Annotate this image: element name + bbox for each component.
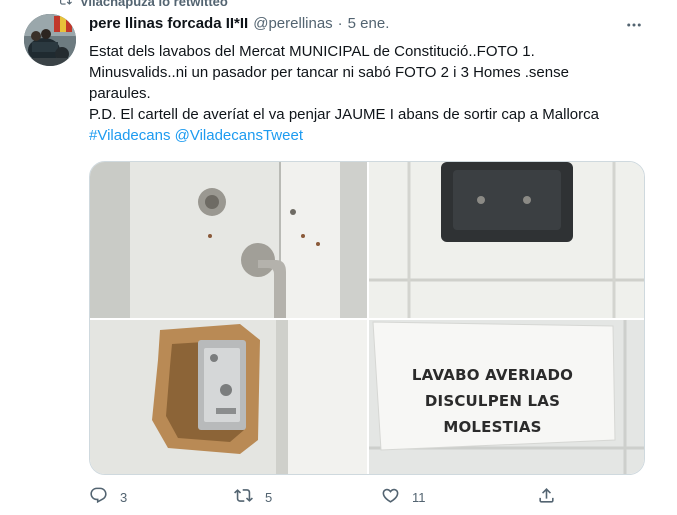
separator-dot: ·	[337, 15, 343, 32]
tweet-tags: #Viladecans @ViladecansTweet	[89, 125, 659, 146]
like-button[interactable]: 11	[381, 486, 426, 508]
reply-icon	[89, 486, 108, 508]
sign-line: LAVABO AVERIADO	[411, 366, 574, 384]
tweet-text-line: Minusvalids..ni un pasador per tancar ni…	[89, 64, 569, 81]
hashtag-link[interactable]: #Viladecans	[89, 127, 170, 144]
sign-line: MOLESTIAS	[443, 418, 542, 436]
retweet-context[interactable]: Vilachapuza lo retwitteó	[58, 0, 228, 10]
author-handle[interactable]: @perellinas	[253, 15, 332, 32]
sign-text: LAVABO AVERIADO DISCULPEN LAS MOLESTIAS	[369, 320, 644, 474]
reply-count: 3	[120, 489, 128, 505]
avatar[interactable]	[24, 14, 76, 66]
sign-line: DISCULPEN LAS	[424, 392, 561, 410]
tweet-text-line: Estat dels lavabos del Mercat MUNICIPAL …	[89, 43, 535, 60]
like-count: 11	[412, 489, 426, 505]
photo-soap-dispenser[interactable]	[369, 162, 644, 318]
retweet-context-label: Vilachapuza lo retwitteó	[80, 0, 228, 9]
share-icon	[537, 486, 556, 508]
retweet-button[interactable]: 5	[234, 486, 272, 508]
tweet-text-line: paraules.	[89, 85, 151, 102]
media-grid: LAVABO AVERIADO DISCULPEN LAS MOLESTIAS	[89, 161, 645, 475]
retweet-count: 5	[265, 489, 273, 505]
photo-sign[interactable]: LAVABO AVERIADO DISCULPEN LAS MOLESTIAS	[369, 320, 644, 474]
action-bar: 3 5 11	[89, 486, 569, 510]
tweet-date[interactable]: 5 ene.	[348, 15, 390, 32]
photo-door-handle[interactable]	[90, 162, 367, 318]
heart-icon	[381, 486, 400, 508]
tweet-text: Estat dels lavabos del Mercat MUNICIPAL …	[89, 41, 659, 146]
reply-button[interactable]: 3	[89, 486, 127, 508]
more-icon[interactable]	[622, 14, 646, 36]
tweet-text-line: P.D. El cartell de averíat el va penjar …	[89, 106, 599, 123]
retweet-icon	[58, 0, 72, 10]
photo-broken-lock[interactable]	[90, 320, 367, 474]
mention-link[interactable]: @ViladecansTweet	[175, 127, 303, 144]
tweet-header: pere llinas forcada II*II @perellinas · …	[89, 15, 389, 32]
retweet-icon	[234, 486, 253, 508]
share-button[interactable]	[537, 486, 556, 508]
author-name[interactable]: pere llinas forcada II*II	[89, 15, 248, 32]
